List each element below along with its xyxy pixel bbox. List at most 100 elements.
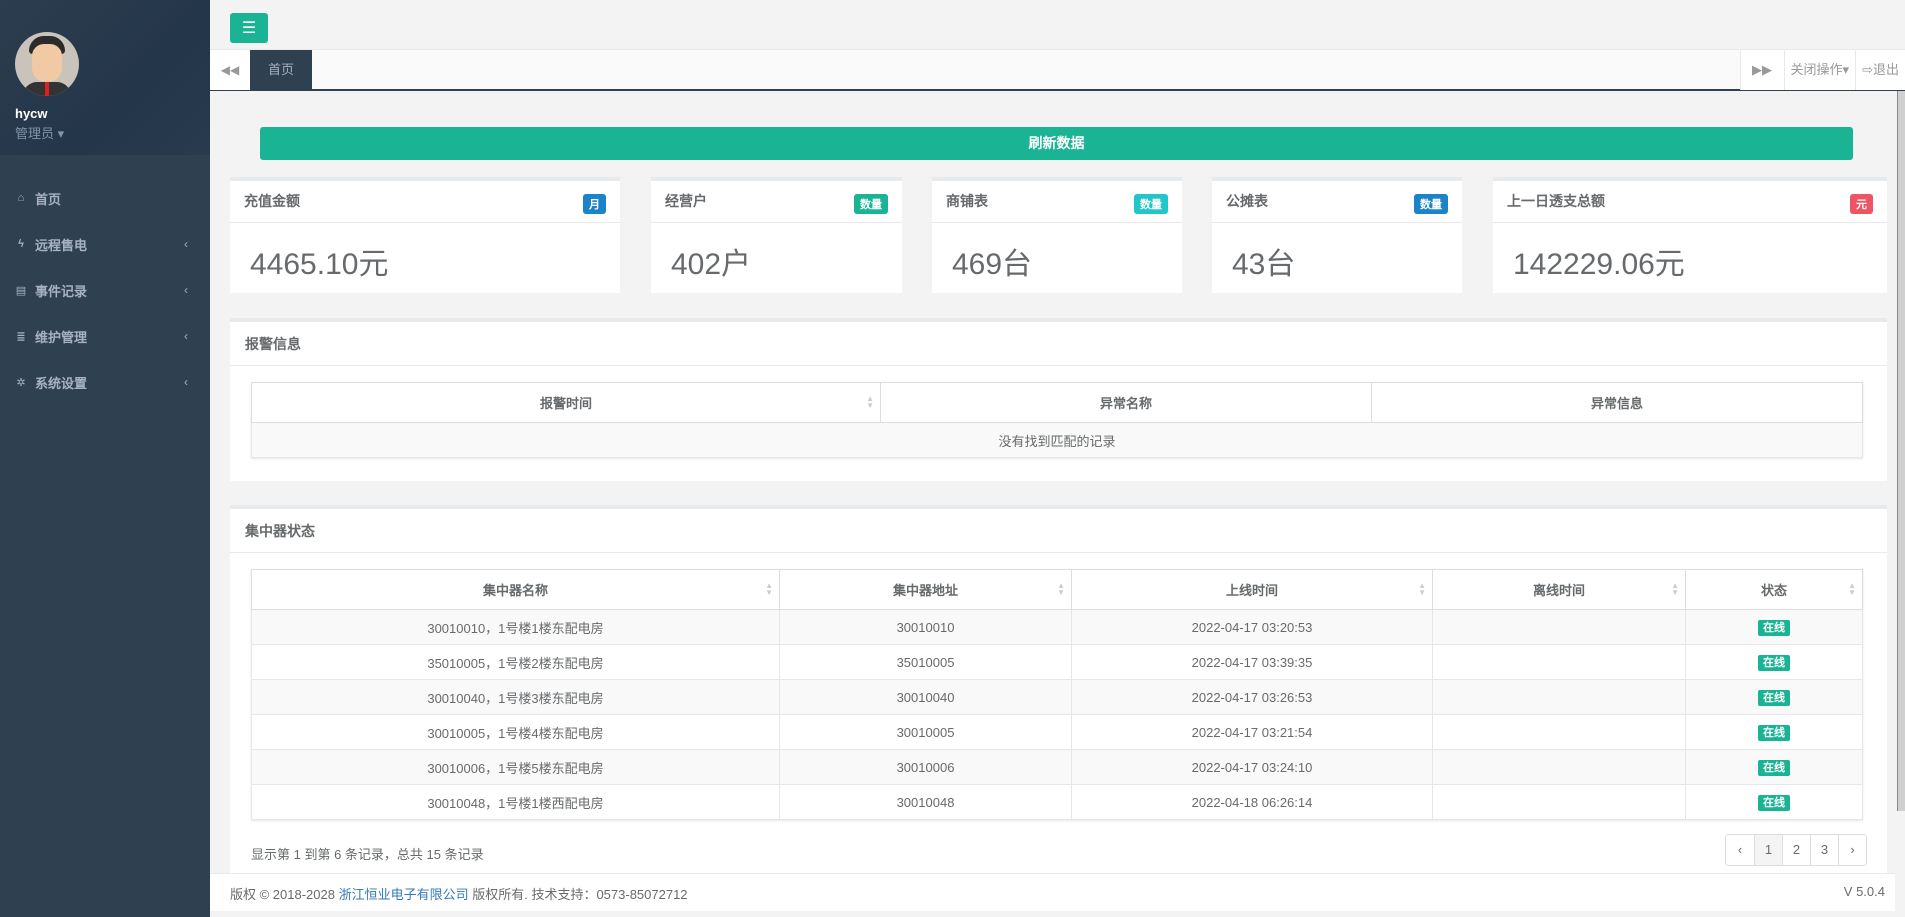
close-operations-dropdown[interactable]: 关闭操作▾: [1784, 50, 1856, 90]
stat-card: 公摊表数量43台: [1212, 177, 1462, 293]
column-header[interactable]: 集中器名称▲▼: [252, 570, 780, 610]
column-header[interactable]: 离线时间▲▼: [1433, 570, 1686, 610]
table-cell: 在线: [1686, 715, 1863, 750]
concentrator-table: 集中器名称▲▼集中器地址▲▼上线时间▲▼离线时间▲▼状态▲▼ 30010010，…: [251, 569, 1863, 820]
sidebar-item-label: 维护管理: [35, 327, 87, 346]
table-cell: 35010005，1号楼2楼东配电房: [252, 645, 780, 680]
user-role: 管理员: [15, 126, 54, 141]
stat-card-badge: 数量: [854, 194, 888, 214]
stat-card: 商铺表数量469台: [932, 177, 1182, 293]
column-header[interactable]: 上线时间▲▼: [1072, 570, 1433, 610]
table-cell: [1433, 680, 1686, 715]
logout-button[interactable]: ⇨退出: [1855, 50, 1905, 90]
tab-scroll-left-button[interactable]: ◀◀: [210, 50, 250, 90]
alarm-panel-title: 报警信息: [230, 322, 1887, 366]
sidebar-item-1[interactable]: ϟ远程售电‹: [0, 221, 210, 267]
home-icon: ⌂: [15, 192, 27, 204]
version-label: V 5.0.4: [1844, 884, 1885, 899]
sidebar: hycw 管理员 ▾ ⌂首页ϟ远程售电‹▤事件记录‹≣维护管理‹✲系统设置‹: [0, 0, 210, 917]
header-label: 状态: [1761, 583, 1787, 598]
sidebar-item-4[interactable]: ✲系统设置‹: [0, 359, 210, 405]
status-badge: 在线: [1758, 795, 1790, 811]
header-label: 集中器地址: [893, 583, 958, 598]
table-cell: 在线: [1686, 680, 1863, 715]
table-cell: [1433, 645, 1686, 680]
stat-card-badge: 数量: [1134, 194, 1168, 214]
alarm-table: 报警时间▲▼ 异常名称 异常信息 没有找到匹配的记录: [251, 382, 1863, 458]
top-bar: ☰: [210, 0, 1905, 49]
table-cell: 2022-04-17 03:21:54: [1072, 715, 1433, 750]
stat-card: 充值金额月4465.10元: [230, 177, 620, 293]
sidebar-item-label: 远程售电: [35, 235, 87, 254]
column-header[interactable]: 状态 ▲▼: [1686, 570, 1863, 610]
backward-icon: ◀◀: [221, 63, 239, 77]
table-cell: 30010005: [780, 715, 1072, 750]
stat-card-value: 402户: [651, 223, 902, 299]
table-row[interactable]: 30010010，1号楼1楼东配电房300100102022-04-17 03:…: [252, 610, 1863, 645]
column-header-exception-name: 异常名称: [881, 383, 1372, 423]
company-link[interactable]: 浙江恒业电子有限公司: [339, 887, 469, 902]
table-row[interactable]: 30010040，1号楼3楼东配电房300100402022-04-17 03:…: [252, 680, 1863, 715]
user-role-dropdown[interactable]: 管理员 ▾: [15, 123, 210, 142]
tab-home[interactable]: 首页: [250, 50, 312, 90]
table-cell: 在线: [1686, 750, 1863, 785]
column-header[interactable]: 集中器地址▲▼: [780, 570, 1072, 610]
close-operations-label: 关闭操作: [1791, 62, 1843, 77]
table-cell: 30010010: [780, 610, 1072, 645]
menu-toggle-button[interactable]: ☰: [230, 13, 268, 43]
tab-scroll-right-button[interactable]: ▶▶: [1740, 50, 1784, 90]
header-label: 上线时间: [1226, 583, 1278, 598]
column-header-exception-info: 异常信息: [1372, 383, 1863, 423]
table-cell: 30010006: [780, 750, 1072, 785]
stat-card-value: 469台: [932, 223, 1182, 299]
status-badge: 在线: [1758, 655, 1790, 671]
status-badge: 在线: [1758, 620, 1790, 636]
hamburger-icon: ☰: [242, 18, 256, 38]
copyright-text: 版权 © 2018-2028: [230, 887, 339, 902]
status-badge: 在线: [1758, 690, 1790, 706]
page-button[interactable]: 3: [1810, 835, 1838, 865]
stat-card-value: 142229.06元: [1493, 223, 1887, 299]
table-row[interactable]: 30010006，1号楼5楼东配电房300100062022-04-17 03:…: [252, 750, 1863, 785]
page-scrollbar[interactable]: [1897, 91, 1905, 811]
sort-icon: ▲▼: [765, 582, 773, 596]
table-cell: 30010006，1号楼5楼东配电房: [252, 750, 780, 785]
page-button[interactable]: 1: [1754, 835, 1782, 865]
sidebar-item-label: 系统设置: [35, 373, 87, 392]
column-header-alarm-time[interactable]: 报警时间 ▲▼: [252, 383, 881, 423]
table-cell: [1433, 785, 1686, 820]
next-page-button[interactable]: ›: [1838, 835, 1866, 865]
header-label: 报警时间: [540, 396, 592, 411]
table-cell: 30010040: [780, 680, 1072, 715]
caret-down-icon: ▾: [1843, 62, 1850, 77]
table-cell: 2022-04-18 06:26:14: [1072, 785, 1433, 820]
refresh-data-button[interactable]: 刷新数据: [260, 127, 1853, 160]
sign-out-icon: ⇨: [1862, 62, 1873, 77]
sidebar-item-3[interactable]: ≣维护管理‹: [0, 313, 210, 359]
stat-card-badge: 数量: [1414, 194, 1448, 214]
footer: 版权 © 2018-2028 浙江恒业电子有限公司 版权所有. 技术支持：057…: [210, 873, 1895, 911]
status-badge: 在线: [1758, 760, 1790, 776]
caret-down-icon: ▾: [58, 126, 65, 141]
table-cell: 2022-04-17 03:26:53: [1072, 680, 1433, 715]
sidebar-item-2[interactable]: ▤事件记录‹: [0, 267, 210, 313]
sort-icon: ▲▼: [1848, 582, 1856, 596]
stat-card-badge: 元: [1850, 194, 1873, 214]
main-content: 刷新数据 充值金额月4465.10元 经营户 数量 402户 商铺表 数量 469台公摊表数…: [210, 91, 1895, 917]
table-cell: [1433, 610, 1686, 645]
page-button[interactable]: 2: [1782, 835, 1810, 865]
prev-page-button[interactable]: ‹: [1726, 835, 1754, 865]
table-row[interactable]: 30010005，1号楼4楼东配电房300100052022-04-17 03:…: [252, 715, 1863, 750]
sidebar-item-0[interactable]: ⌂首页: [0, 175, 210, 221]
forward-icon: ▶▶: [1752, 50, 1772, 90]
table-cell: 2022-04-17 03:20:53: [1072, 610, 1433, 645]
stat-card-title: 充值金额: [244, 193, 300, 209]
alarm-panel: 报警信息 报警时间▲▼ 异常名称 异常信息 没有找到匹配的记录: [230, 318, 1887, 481]
avatar[interactable]: [15, 32, 79, 96]
sort-icon: ▲▼: [866, 395, 874, 409]
stat-card-title: 商铺表: [946, 193, 988, 209]
table-cell: 在线: [1686, 645, 1863, 680]
table-row[interactable]: 35010005，1号楼2楼东配电房350100052022-04-17 03:…: [252, 645, 1863, 680]
table-row[interactable]: 30010048，1号楼1楼西配电房300100482022-04-18 06:…: [252, 785, 1863, 820]
stat-card-title: 经营户: [665, 193, 707, 209]
